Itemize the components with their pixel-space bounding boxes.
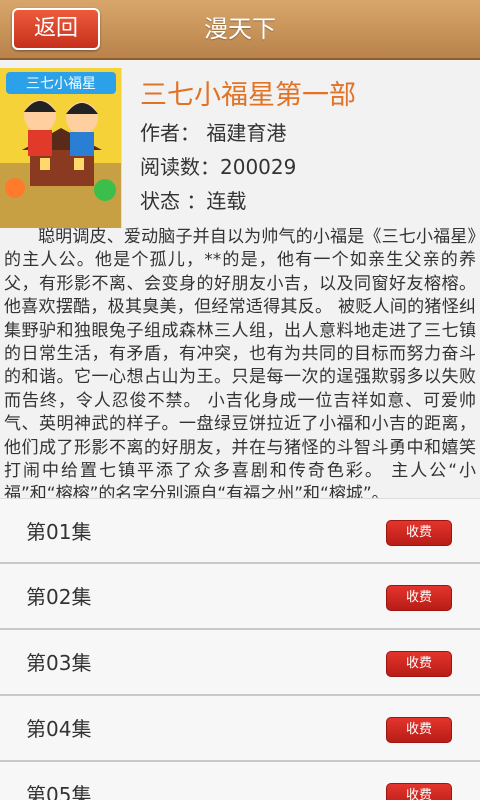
episode-label: 第04集 — [26, 717, 92, 741]
read-count-label: 阅读数：200029 — [140, 155, 297, 179]
cover-logo-text: 三七小福星 — [26, 75, 96, 91]
book-title: 三七小福星第一部 — [140, 80, 356, 111]
fee-button[interactable]: 收费 — [386, 520, 452, 546]
fee-button[interactable]: 收费 — [386, 717, 452, 743]
top-bar: 返回 漫天下 — [0, 0, 480, 60]
episode-row[interactable]: 第01集 收费 — [0, 498, 480, 564]
episode-row[interactable]: 第02集 收费 — [0, 564, 480, 630]
author-label: 作者： 福建育港 — [140, 121, 287, 145]
episode-row[interactable]: 第05集 收费 — [0, 762, 480, 800]
episode-row[interactable]: 第03集 收费 — [0, 630, 480, 696]
book-description: 聪明调皮、爱动脑子并自以为帅气的小福是《三七小福星》的主人公。他是个孤儿，**的… — [4, 227, 476, 505]
episode-label: 第02集 — [26, 585, 92, 609]
status-label: 状态 ：连载 — [140, 189, 247, 213]
fee-button[interactable]: 收费 — [386, 783, 452, 800]
fee-button[interactable]: 收费 — [386, 651, 452, 677]
episode-row[interactable]: 第04集 收费 — [0, 696, 480, 762]
fee-button[interactable]: 收费 — [386, 585, 452, 611]
book-cover-image: 三七小福星 — [0, 68, 122, 228]
back-button[interactable]: 返回 — [12, 8, 100, 50]
episode-list: 第01集 收费 第02集 收费 第03集 收费 第04集 收费 第05集 收费 — [0, 498, 480, 800]
book-info: 三七小福星第一部 作者： 福建育港 阅读数：200029 状态 ：连载 — [140, 78, 356, 216]
episode-label: 第03集 — [26, 651, 92, 675]
episode-label: 第05集 — [26, 783, 92, 800]
episode-label: 第01集 — [26, 520, 92, 544]
